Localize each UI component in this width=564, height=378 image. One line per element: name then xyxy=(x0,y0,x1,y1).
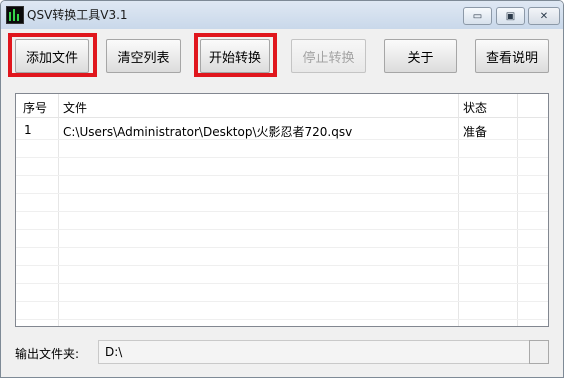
title-bar[interactable]: QSV转换工具V3.1 ▭ ▣ ✕ xyxy=(1,1,563,29)
restore-icon: ▣ xyxy=(505,10,516,22)
app-window: QSV转换工具V3.1 ▭ ▣ ✕ 添加文件 清空列表 开始转换 停止转换 关于… xyxy=(0,0,564,378)
close-button[interactable]: ✕ xyxy=(528,7,560,25)
file-list-header: 序号 文件 状态 xyxy=(16,94,548,118)
view-help-button[interactable]: 查看说明 xyxy=(475,39,549,73)
about-button[interactable]: 关于 xyxy=(384,39,457,73)
file-list[interactable]: 序号 文件 状态 1 C:\Users\Administrator\Deskto… xyxy=(15,93,549,327)
output-folder-browse[interactable] xyxy=(529,340,549,364)
clear-list-button[interactable]: 清空列表 xyxy=(106,39,181,73)
close-icon: ✕ xyxy=(539,10,549,22)
output-folder-value: D:\ xyxy=(105,345,123,359)
column-divider xyxy=(58,94,59,326)
minimize-button[interactable]: ▭ xyxy=(463,7,492,25)
column-divider xyxy=(458,94,459,326)
add-file-button[interactable]: 添加文件 xyxy=(15,39,89,73)
row-status: 准备 xyxy=(463,125,488,139)
stop-convert-button[interactable]: 停止转换 xyxy=(291,39,366,73)
column-divider xyxy=(517,94,518,326)
output-folder-field[interactable]: D:\ xyxy=(98,340,549,364)
minimize-icon: ▭ xyxy=(472,10,483,22)
column-header-file[interactable]: 文件 xyxy=(63,99,87,116)
row-index: 1 xyxy=(24,123,32,137)
app-icon xyxy=(6,6,24,24)
start-convert-button[interactable]: 开始转换 xyxy=(200,39,270,73)
output-folder-label: 输出文件夹: xyxy=(15,347,80,361)
column-header-index[interactable]: 序号 xyxy=(23,99,47,116)
column-header-status[interactable]: 状态 xyxy=(463,99,487,116)
restore-button[interactable]: ▣ xyxy=(496,7,525,25)
window-title: QSV转换工具V3.1 xyxy=(27,8,128,22)
row-file-path: C:\Users\Administrator\Desktop\火影忍者720.q… xyxy=(63,125,353,139)
